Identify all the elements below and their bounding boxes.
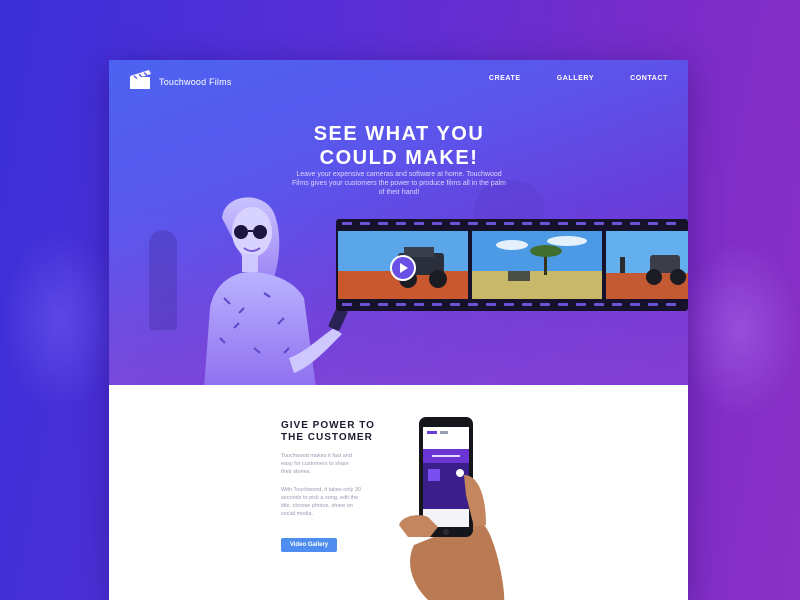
nav-create[interactable]: CREATE <box>489 75 521 82</box>
section-paragraph-2: With Touchwood, it takes only 30 seconds… <box>281 487 361 517</box>
play-button[interactable] <box>390 255 416 281</box>
film-frame-savanna[interactable] <box>472 231 602 299</box>
hero-title-line-1: SEE WHAT YOU <box>313 123 485 145</box>
play-icon <box>400 263 408 273</box>
section-paragraph-1: Touchwood makes it fast and easy for cus… <box>281 453 352 475</box>
atv-photo <box>606 231 688 299</box>
hero-title: SEE WHAT YOU COULD MAKE! <box>259 122 539 170</box>
section-title-line-2: THE CUSTOMER <box>281 432 373 443</box>
nav-contact[interactable]: CONTACT <box>630 75 668 82</box>
background-glow-left <box>0 230 120 410</box>
woman-with-phone-photo <box>204 197 348 385</box>
main-nav: CREATE GALLERY CONTACT <box>489 75 668 82</box>
brand-name: Touchwood Films <box>159 77 232 87</box>
section-title: GIVE POWER TO THE CUSTOMER <box>281 420 401 444</box>
film-perforations-top <box>342 222 688 226</box>
brand-logo[interactable]: Touchwood Films <box>129 68 232 90</box>
background-person-photo <box>149 230 177 330</box>
hero-section: Touchwood Films CREATE GALLERY CONTACT S… <box>109 60 688 385</box>
clapperboard-icon <box>130 70 151 89</box>
section-title-line-1: GIVE POWER TO <box>281 420 375 431</box>
hand-holding-phone-photo <box>399 417 505 600</box>
film-frame-jeep[interactable] <box>338 231 468 299</box>
nav-gallery[interactable]: GALLERY <box>557 75 594 82</box>
video-gallery-button[interactable]: Video Gallery <box>281 538 337 552</box>
background-glow-right <box>680 240 800 420</box>
website-mockup: Touchwood Films CREATE GALLERY CONTACT S… <box>109 60 688 600</box>
film-strip <box>336 219 688 311</box>
film-frame-atv[interactable] <box>606 231 688 299</box>
savanna-tree-photo <box>472 231 602 299</box>
hero-title-line-2: COULD MAKE! <box>319 147 479 169</box>
film-perforations-bottom <box>342 303 688 307</box>
